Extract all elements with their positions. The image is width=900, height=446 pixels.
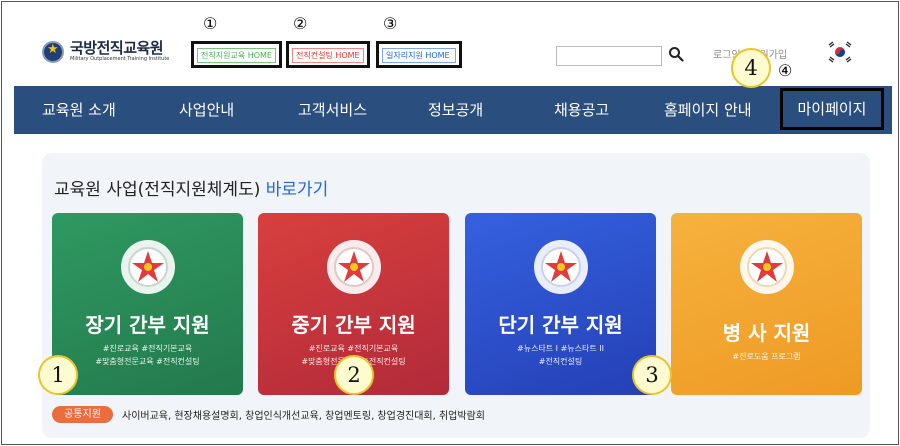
card-tags-line-1: #진로교육 #전직기본교육 bbox=[102, 344, 193, 353]
card-long-term-officer[interactable]: 장기 간부 지원 #진로교육 #전직기본교육 #맞춤형전문교육 #전직컨설팅 bbox=[52, 213, 243, 395]
marker-2: ② bbox=[293, 14, 308, 33]
emblem-icon bbox=[739, 240, 794, 294]
annotation-badge-1: 1 bbox=[38, 355, 78, 395]
emblem-icon bbox=[120, 240, 175, 294]
search-input[interactable] bbox=[556, 46, 662, 66]
logo-name: 국방전직교육원 bbox=[70, 39, 164, 57]
search-icon[interactable] bbox=[668, 46, 684, 62]
card-soldier[interactable]: 병 사 지원 #진로도움 프로그램 bbox=[671, 213, 862, 395]
nav-item-mypage[interactable]: 마이페이지 bbox=[780, 88, 884, 130]
common-support-badge: 공통지원 bbox=[52, 406, 113, 423]
card-title: 병 사 지원 bbox=[722, 321, 811, 345]
common-support-list: 사이버교육, 현장채용설명회, 창업인식개선교육, 창업멘토링, 창업경진대회,… bbox=[122, 411, 485, 422]
main-nav: 교육원 소개 사업안내 고객서비스 정보공개 채용공고 홈페이지 안내 bbox=[14, 86, 892, 134]
panel-title-text: 교육원 사업(전직지원체계도) bbox=[54, 180, 261, 200]
nav-item-site-guide[interactable]: 홈페이지 안내 bbox=[664, 86, 752, 134]
marker-4: ④ bbox=[778, 61, 793, 80]
nav-item-recruit[interactable]: 채용공고 bbox=[554, 86, 609, 134]
emblem-icon bbox=[533, 240, 588, 294]
nav-item-public-info[interactable]: 정보공개 bbox=[428, 86, 483, 134]
home-link-training[interactable]: 전직지원교육 HOME bbox=[197, 48, 276, 63]
nav-item-business[interactable]: 사업안내 bbox=[179, 86, 234, 134]
card-title: 단기 간부 지원 bbox=[498, 313, 623, 337]
card-tags-line-1: #진로도움 프로그램 bbox=[732, 352, 801, 361]
marker-3: ③ bbox=[383, 14, 398, 33]
card-tags-line-2: #맞춤형전문교육 #전직컨설팅 bbox=[95, 357, 200, 366]
site-logo[interactable]: 국방전직교육원 Military Outplacement Training I… bbox=[42, 40, 169, 63]
card-tags-line-2: #전직컨설팅 bbox=[538, 357, 583, 366]
logo-subtitle: Military Outplacement Training Institute bbox=[70, 56, 170, 62]
home-link-box-2: 전직컨설팅 HOME bbox=[286, 41, 370, 68]
home-link-box-3: 일자리지원 HOME bbox=[376, 41, 462, 68]
card-title: 중기 간부 지원 bbox=[291, 313, 416, 337]
annotation-badge-4: 4 bbox=[731, 48, 771, 88]
annotation-badge-2: 2 bbox=[334, 355, 374, 395]
marker-1: ① bbox=[203, 14, 218, 33]
emblem-icon bbox=[326, 240, 381, 294]
card-tags-line-1: #뉴스타트 I #뉴스타트 II bbox=[517, 344, 604, 353]
home-link-consulting[interactable]: 전직컨설팅 HOME bbox=[292, 48, 364, 63]
annotation-badge-3: 3 bbox=[632, 355, 672, 395]
card-short-term-officer[interactable]: 단기 간부 지원 #뉴스타트 I #뉴스타트 II #전직컨설팅 bbox=[465, 213, 656, 395]
home-link-jobs[interactable]: 일자리지원 HOME bbox=[382, 48, 456, 63]
nav-item-customer-service[interactable]: 고객서비스 bbox=[298, 86, 367, 134]
logo-emblem-icon bbox=[42, 40, 64, 63]
nav-item-about[interactable]: 교육원 소개 bbox=[42, 86, 116, 134]
shortcut-link[interactable]: 바로가기 bbox=[266, 180, 329, 200]
korea-flag-icon[interactable] bbox=[826, 41, 854, 63]
panel-title: 교육원 사업(전직지원체계도) 바로가기 bbox=[54, 175, 328, 200]
card-title: 장기 간부 지원 bbox=[85, 313, 210, 337]
home-link-box-1: 전직지원교육 HOME bbox=[191, 41, 282, 68]
card-tags-line-1: #진로교육 #전직기본교육 bbox=[308, 344, 399, 353]
